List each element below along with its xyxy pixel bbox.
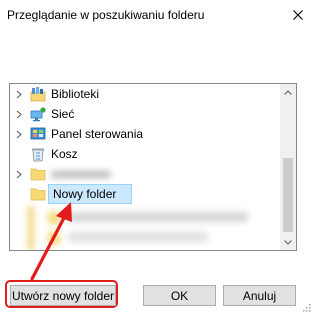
tree-item-label: Kosz bbox=[51, 147, 78, 161]
tree-item-nowy-folder[interactable]: Nowy folder bbox=[10, 184, 282, 204]
ok-button[interactable]: OK bbox=[143, 285, 216, 306]
chevron-down-icon bbox=[284, 239, 292, 245]
close-icon bbox=[293, 10, 303, 20]
folder-tree-content: Biblioteki Sieć Panel sterowania Kosz No… bbox=[10, 84, 282, 250]
tree-item-panel-sterowania[interactable]: Panel sterowania bbox=[10, 124, 282, 144]
folder-icon bbox=[30, 166, 46, 182]
blurred-label bbox=[51, 171, 111, 178]
scroll-down-button[interactable] bbox=[280, 234, 296, 250]
control-panel-icon bbox=[30, 126, 46, 142]
tree-item-biblioteki[interactable]: Biblioteki bbox=[10, 84, 282, 104]
tree-item-label: Sieć bbox=[51, 107, 75, 121]
recycle-bin-icon bbox=[30, 146, 46, 162]
close-button[interactable] bbox=[283, 0, 313, 30]
scroll-up-button[interactable] bbox=[280, 84, 296, 100]
libraries-icon bbox=[30, 86, 46, 102]
folder-tree[interactable]: Biblioteki Sieć Panel sterowania Kosz No… bbox=[9, 83, 297, 251]
expand-chevron-icon[interactable] bbox=[14, 169, 24, 179]
cancel-button[interactable]: Anuluj bbox=[223, 285, 296, 306]
vertical-scrollbar[interactable] bbox=[280, 84, 296, 250]
folder-icon bbox=[30, 186, 46, 202]
tree-item-kosz[interactable]: Kosz bbox=[10, 144, 282, 164]
expand-chevron-icon[interactable] bbox=[14, 109, 24, 119]
blurred-tree-content bbox=[28, 206, 278, 250]
tree-item-blurred-folder[interactable] bbox=[10, 164, 282, 184]
tree-item-label: Biblioteki bbox=[51, 87, 100, 101]
tree-item-siec[interactable]: Sieć bbox=[10, 104, 282, 124]
tree-item-label: Panel sterowania bbox=[51, 127, 144, 141]
network-icon bbox=[30, 106, 46, 122]
tree-item-label: Nowy folder bbox=[53, 187, 117, 201]
dialog-title: Przeglądanie w poszukiwaniu folderu bbox=[7, 8, 205, 22]
new-folder-button[interactable]: Utwórz nowy folder bbox=[10, 285, 116, 306]
title-bar: Przeglądanie w poszukiwaniu folderu bbox=[0, 0, 313, 30]
scrollbar-thumb[interactable] bbox=[283, 158, 293, 232]
expand-chevron-icon[interactable] bbox=[14, 129, 24, 139]
resize-grip-icon[interactable] bbox=[301, 302, 311, 312]
expand-chevron-icon[interactable] bbox=[14, 89, 24, 99]
chevron-up-icon bbox=[284, 89, 292, 95]
